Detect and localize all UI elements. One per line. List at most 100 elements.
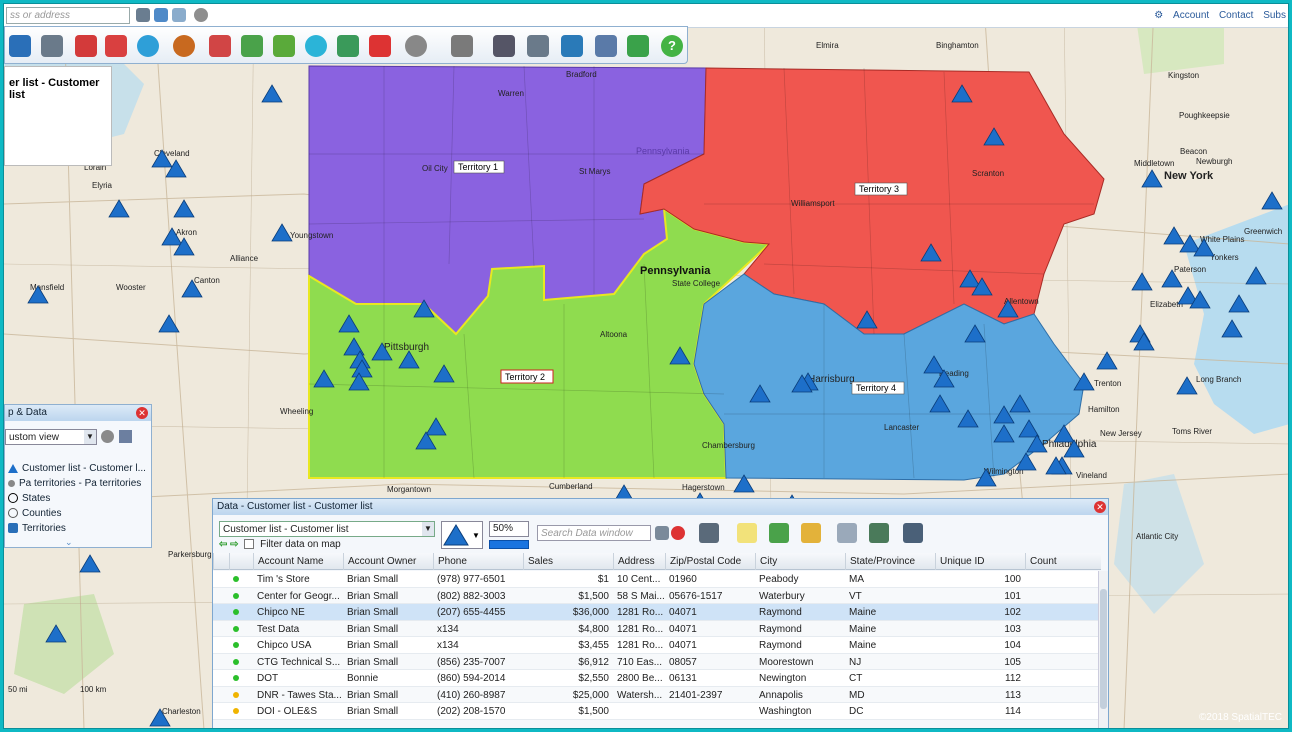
grid-header-cell[interactable]: Unique ID	[935, 553, 1025, 570]
cell-phone: (802) 882-3003	[437, 590, 506, 602]
account-link[interactable]: Account	[1173, 10, 1209, 21]
map-place: White Plains	[1200, 235, 1244, 244]
help-icon[interactable]: ?	[661, 35, 683, 57]
map-place: Harrisburg	[808, 374, 855, 385]
table-row[interactable]: Chipco NE Brian Small (207) 655-4455 $36,00…	[213, 604, 1101, 621]
address-search-input[interactable]: ss or address	[6, 7, 130, 24]
marker-size-slider[interactable]	[489, 540, 529, 549]
balls-icon[interactable]	[241, 35, 263, 57]
layer-territories[interactable]: Territories	[8, 523, 66, 537]
data-source-select[interactable]: Customer list - Customer list ▼	[219, 521, 435, 537]
save-icon[interactable]	[9, 35, 31, 57]
puzzle-icon[interactable]	[105, 35, 127, 57]
pointer-icon[interactable]	[699, 523, 719, 543]
delete-icon[interactable]	[369, 35, 391, 57]
view-select[interactable]: ustom view ▼	[5, 429, 97, 445]
cell-zip: 05676-1517	[669, 590, 723, 602]
target-icon[interactable]	[173, 35, 195, 57]
cell-city: Raymond	[759, 607, 802, 618]
table-row[interactable]: Tim 's Store Brian Small (978) 977-6501 $1 1…	[213, 571, 1101, 588]
new-record-icon[interactable]	[737, 523, 757, 543]
table-row[interactable]: DOI - OLE&S Brian Small (202) 208-1570 $1,5…	[213, 703, 1101, 720]
grid-header-cell[interactable]: State/Province	[845, 553, 935, 570]
grid-header-cell[interactable]: Address	[613, 553, 665, 570]
grid-header-cell[interactable]: Phone	[433, 553, 523, 570]
table-row[interactable]: Center for Geogr... Brian Small (802) 882-…	[213, 587, 1101, 604]
marker-size-input[interactable]: 50%	[489, 521, 529, 537]
cell-zip: 21401-2397	[669, 689, 723, 701]
add-pin-icon[interactable]	[75, 35, 97, 57]
scrollbar-thumb[interactable]	[1100, 589, 1107, 709]
grid-header-cell[interactable]: Account Name	[253, 553, 343, 570]
data-source-value: Customer list - Customer list	[223, 524, 349, 535]
subscription-link[interactable]: Subs	[1263, 10, 1286, 21]
zoom-icon[interactable]	[405, 35, 427, 57]
print-icon[interactable]	[527, 35, 549, 57]
settings-icon[interactable]	[101, 430, 114, 443]
shuffle-icon[interactable]	[337, 35, 359, 57]
export-icon[interactable]	[561, 35, 583, 57]
map-place: Lancaster	[884, 423, 919, 432]
map-place: Williamsport	[791, 199, 835, 208]
back-arrow-icon[interactable]: ⇦	[219, 539, 227, 550]
grid-header-cell[interactable]: Count	[1025, 553, 1101, 570]
table-row[interactable]: Chipco USA Brian Small x134 $3,455 1281 Ro..…	[213, 637, 1101, 654]
map-place: Beacon	[1180, 147, 1207, 156]
cell-zip: 04071	[669, 623, 697, 635]
map-place: Warren	[498, 89, 524, 98]
close-icon[interactable]: ✕	[1094, 501, 1106, 513]
vertical-scrollbar[interactable]	[1098, 571, 1108, 728]
layer-pa-territories[interactable]: Pa territories - Pa territories	[8, 478, 141, 492]
map-place: Parkersburg	[168, 550, 212, 559]
export-icon[interactable]	[869, 523, 889, 543]
table-row[interactable]: DNR - Tawes Sta... Brian Small (410) 260-8…	[213, 686, 1101, 703]
table-row[interactable]: CTG Technical S... Brian Small (856) 235-7…	[213, 653, 1101, 670]
map-place: Newburgh	[1196, 157, 1232, 166]
settings-gear-icon[interactable]	[194, 8, 208, 22]
map-place: Oil City	[422, 164, 448, 173]
layer-customer-list[interactable]: Customer list - Customer l...	[8, 463, 146, 477]
chevron-down-icon[interactable]: ▼	[422, 522, 434, 536]
route-icon[interactable]	[154, 8, 168, 22]
globe-icon[interactable]	[137, 35, 159, 57]
tools-icon[interactable]	[119, 430, 132, 443]
contact-link[interactable]: Contact	[1219, 10, 1253, 21]
filter-checkbox[interactable]	[244, 539, 255, 550]
users-icon[interactable]	[41, 35, 63, 57]
forward-arrow-icon[interactable]: ⇨	[230, 539, 238, 550]
view-select-value: ustom view	[9, 432, 60, 443]
ruler-icon[interactable]	[493, 35, 515, 57]
grid-header-cell[interactable]: Sales	[523, 553, 613, 570]
import-icon[interactable]	[769, 523, 789, 543]
table-row[interactable]: DOT Bonnie (860) 594-2014 $2,550 2800 Be... 0…	[213, 670, 1101, 687]
marker-shape-select[interactable]: ▼	[441, 521, 483, 549]
cell-city: Annapolis	[759, 689, 803, 701]
expand-chevron-icon[interactable]: ⌄	[65, 537, 73, 548]
radar-icon[interactable]	[305, 35, 327, 57]
save-data-icon[interactable]	[903, 523, 923, 543]
layer-states[interactable]: States	[8, 493, 50, 507]
grid-header-cell[interactable]: Zip/Postal Code	[665, 553, 755, 570]
layer-counties[interactable]: Counties	[8, 508, 61, 522]
search-tool-icon[interactable]	[655, 526, 669, 540]
table-row[interactable]: Test Data Brian Small x134 $4,800 1281 Ro...…	[213, 620, 1101, 637]
label-icon[interactable]	[451, 35, 473, 57]
grid-header-cell[interactable]: Account Owner	[343, 553, 433, 570]
copyright-text: ©2018 SpatialTEC	[1199, 712, 1282, 723]
grid-header-cell[interactable]: City	[755, 553, 845, 570]
grid-icon[interactable]	[595, 35, 617, 57]
cloud-icon[interactable]	[172, 8, 186, 22]
geocode-icon[interactable]	[801, 523, 821, 543]
close-icon[interactable]: ✕	[136, 407, 148, 419]
settings-small-icon[interactable]: ⚙	[1154, 10, 1163, 21]
cell-sales: $25,000	[572, 689, 609, 701]
document-icon[interactable]	[837, 523, 857, 543]
money-icon[interactable]	[627, 35, 649, 57]
clear-search-icon[interactable]	[671, 526, 685, 540]
status-dot-icon	[233, 576, 239, 582]
chevron-down-icon[interactable]: ▼	[84, 430, 96, 444]
pin-icon[interactable]	[136, 8, 150, 22]
data-search-input[interactable]: Search Data window	[537, 525, 651, 541]
split-icon[interactable]	[209, 35, 231, 57]
layers-icon[interactable]	[273, 35, 295, 57]
